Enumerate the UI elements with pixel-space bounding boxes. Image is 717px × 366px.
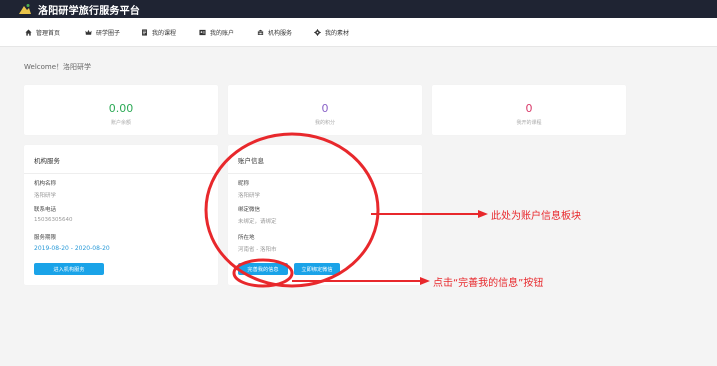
field-value: 未绑定，请绑定 (238, 219, 277, 225)
org-service-card: 机构服务 机构名称 洛阳研学 联系电话 15036305640 服务期限 201… (24, 145, 218, 285)
nav-label: 我的账户 (210, 30, 235, 37)
annotation-account-block: 此处为账户信息板块 (491, 211, 581, 222)
points-card[interactable]: 0 我的积分 (228, 85, 422, 135)
enter-org-service-button[interactable]: 进入机构服务 (34, 263, 104, 275)
nav-label: 研学圈子 (96, 30, 121, 37)
field-label: 服务期限 (34, 235, 57, 241)
points-label: 我的积分 (314, 120, 335, 126)
courses-value: 0 (525, 102, 533, 115)
wechat-field: 绑定微信 未绑定，请绑定 (238, 205, 277, 225)
brand[interactable]: 洛阳研学旅行服务平台 (0, 2, 140, 17)
id-card-icon (199, 29, 206, 36)
nickname-field: 昵称 洛阳研学 (238, 179, 260, 199)
document-icon (142, 29, 147, 36)
service-period-field: 服务期限 2019-08-20 - 2020-08-20 (34, 233, 110, 252)
crown-icon (85, 29, 92, 35)
field-value: 洛阳研学 (238, 193, 261, 199)
bind-wechat-button[interactable]: 立即绑定微信 (294, 263, 340, 275)
field-label: 昵称 (238, 181, 250, 187)
top-bar: 洛阳研学旅行服务平台 (0, 0, 717, 18)
location-field: 所在地 河南省 - 洛阳市 (238, 233, 276, 253)
nav-item-courses[interactable]: 我的课程 (141, 28, 176, 37)
complete-info-button[interactable]: 完善我的信息 (238, 263, 288, 275)
nav-item-home[interactable]: 管理首页 (25, 28, 60, 37)
phone-field: 联系电话 15036305640 (34, 205, 73, 223)
main-nav: 管理首页 研学圈子 我的课程 我的账户 机构服务 我的素材 (0, 18, 717, 47)
nav-item-circle[interactable]: 研学圈子 (85, 28, 120, 37)
welcome-text: Welcome！洛阳研学 (24, 63, 92, 71)
nav-label: 机构服务 (268, 30, 293, 37)
nav-label: 管理首页 (36, 30, 61, 37)
balance-value: 0.00 (108, 102, 134, 115)
nav-label: 我的素材 (325, 30, 350, 37)
building-icon (257, 29, 264, 35)
field-label: 机构名称 (34, 181, 57, 187)
nav-item-account[interactable]: 我的账户 (199, 28, 234, 37)
field-label: 联系电话 (34, 207, 57, 213)
field-value: 洛阳研学 (34, 193, 57, 199)
nav-item-materials[interactable]: 我的素材 (314, 28, 349, 37)
home-icon (25, 29, 32, 36)
field-label: 绑定微信 (238, 207, 261, 213)
field-value: 河南省 - 洛阳市 (238, 247, 277, 253)
balance-card[interactable]: 0.00 账户余额 (24, 85, 218, 135)
platform-title: 洛阳研学旅行服务平台 (38, 5, 140, 17)
field-label: 所在地 (238, 235, 255, 241)
field-value: 2019-08-20 - 2020-08-20 (34, 245, 110, 252)
annotation-click-complete: 点击“完善我的信息”按钮 (433, 278, 544, 289)
org-name-field: 机构名称 洛阳研学 (34, 179, 56, 199)
account-info-card: 账户信息 昵称 洛阳研学 绑定微信 未绑定，请绑定 所在地 河南省 - 洛阳市 … (228, 145, 422, 285)
courses-label: 我开的课程 (516, 120, 542, 126)
gear-icon (314, 29, 321, 36)
courses-card[interactable]: 0 我开的课程 (432, 85, 626, 135)
nav-item-org-service[interactable]: 机构服务 (257, 28, 292, 37)
card-title: 机构服务 (24, 145, 218, 174)
arrow-head-1 (478, 210, 488, 218)
field-value: 15036305640 (34, 217, 73, 223)
balance-label: 账户余额 (110, 120, 131, 126)
points-value: 0 (321, 102, 329, 115)
logo-icon (19, 4, 31, 14)
card-title: 账户信息 (228, 145, 422, 174)
nav-label: 我的课程 (152, 30, 177, 37)
